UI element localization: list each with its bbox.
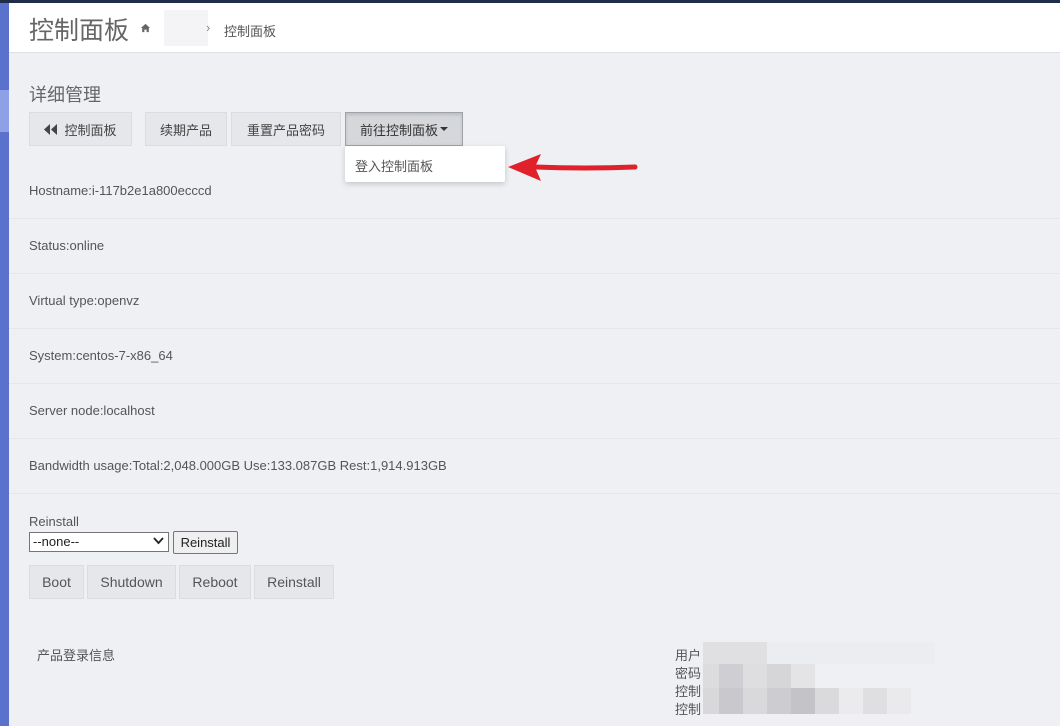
info-row-system: System:centos-7-x86_64: [9, 329, 1060, 384]
server-node-text: Server node:localhost: [29, 403, 155, 418]
info-row-hostname: Hostname:i-117b2e1a800ecccd: [9, 164, 1060, 219]
panel-url-label: 控制: [675, 684, 702, 699]
login-info-title: 产品登录信息: [37, 648, 116, 663]
reinstall-button[interactable]: Reinstall: [254, 565, 334, 599]
reboot-button[interactable]: Reboot: [179, 565, 251, 599]
info-row-bandwidth: Bandwidth usage:Total:2,048.000GB Use:13…: [9, 439, 1060, 494]
page-header: 控制面板 › 控制面板: [9, 3, 1060, 53]
sidebar-active-marker: [0, 90, 9, 132]
os-template-value: --none--: [33, 534, 80, 549]
info-row-status: Status:online: [9, 219, 1060, 274]
hostname-text: Hostname:i-117b2e1a800ecccd: [29, 183, 212, 198]
system-text: System:centos-7-x86_64: [29, 348, 173, 363]
page-title: 控制面板: [29, 17, 130, 45]
virtual-type-text: Virtual type:openvz: [29, 293, 140, 308]
reinstall-label: Reinstall: [29, 514, 79, 529]
reset-password-button[interactable]: 重置产品密码: [231, 112, 341, 146]
boot-button[interactable]: Boot: [29, 565, 84, 599]
goto-panel-dropdown-button[interactable]: 前往控制面板: [345, 112, 463, 146]
os-template-select[interactable]: --none--: [29, 532, 169, 552]
breadcrumb-current: 控制面板: [224, 24, 277, 39]
renew-product-button[interactable]: 续期产品: [145, 112, 227, 146]
status-text: Status:online: [29, 238, 105, 253]
username-label: 用户: [675, 648, 702, 663]
info-row-virtual-type: Virtual type:openvz: [9, 274, 1060, 329]
reinstall-submit-button[interactable]: Reinstall: [173, 531, 238, 554]
breadcrumb-separator: ›: [206, 20, 211, 35]
goto-panel-label: 前往控制面板: [359, 122, 438, 138]
back-to-panel-label: 控制面板: [64, 122, 117, 138]
home-icon[interactable]: [140, 23, 151, 34]
chevron-down-icon: [153, 537, 164, 545]
password-label: 密码: [675, 666, 702, 681]
caret-down-icon: [440, 127, 448, 131]
back-to-panel-button[interactable]: 控制面板: [29, 112, 132, 146]
panel-account-label: 控制: [675, 702, 702, 717]
bandwidth-text: Bandwidth usage:Total:2,048.000GB Use:13…: [29, 458, 447, 473]
section-title: 详细管理: [29, 85, 101, 105]
double-left-icon: [44, 123, 58, 135]
info-row-server-node: Server node:localhost: [9, 384, 1060, 439]
shutdown-button[interactable]: Shutdown: [87, 565, 176, 599]
breadcrumb-redacted: [164, 10, 208, 46]
